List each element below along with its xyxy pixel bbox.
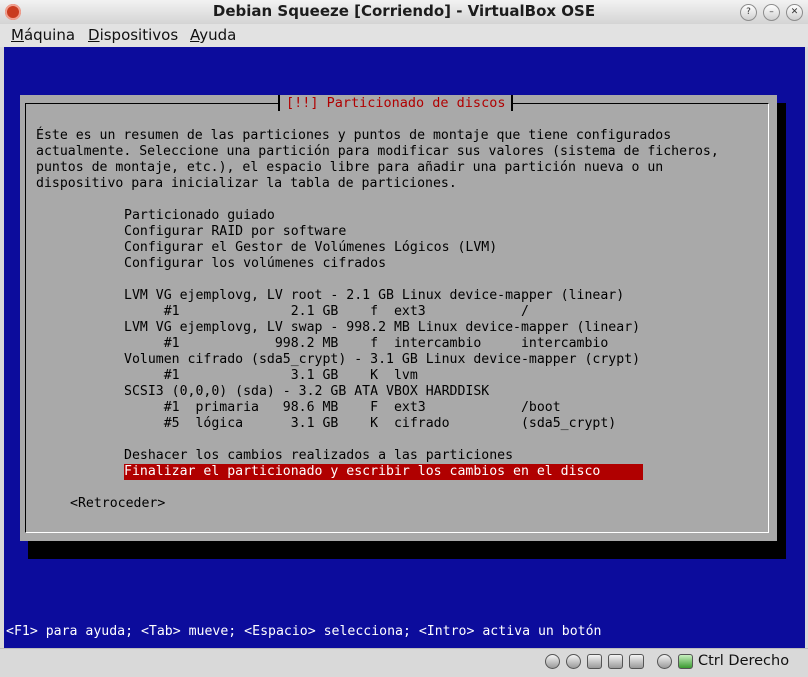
intro-line-4: dispositivo para inicializar la tabla de… bbox=[36, 176, 457, 191]
menu-ayuda-rest: yuda bbox=[199, 26, 237, 44]
back-button[interactable]: <Retroceder> bbox=[70, 496, 165, 512]
menu-maquina[interactable]: Máquina bbox=[11, 26, 75, 44]
window-title: Debian Squeeze [Corriendo] - VirtualBox … bbox=[212, 2, 596, 20]
host-key-label: Ctrl Derecho bbox=[698, 653, 790, 669]
vm-screen[interactable]: [!!] Particionado de discos Éste es un r… bbox=[4, 47, 805, 648]
hard-disk-icon[interactable] bbox=[545, 654, 560, 669]
option-guided-partitioning[interactable]: Particionado guiado bbox=[124, 208, 275, 224]
partition-entry[interactable]: #1 998.2 MB f intercambio intercambio bbox=[124, 336, 609, 352]
intro-line-2: actualmente. Seleccione una partición pa… bbox=[36, 144, 719, 159]
partition-entry[interactable]: SCSI3 (0,0,0) (sda) - 3.2 GB ATA VBOX HA… bbox=[124, 384, 489, 400]
title-bar: Debian Squeeze [Corriendo] - VirtualBox … bbox=[0, 0, 808, 25]
partition-entry[interactable]: Volumen cifrado (sda5_crypt) - 3.1 GB Li… bbox=[124, 352, 640, 368]
partition-entry[interactable]: LVM VG ejemplovg, LV root - 2.1 GB Linux… bbox=[124, 288, 624, 304]
menu-dispositivos-rest: ispositivos bbox=[99, 26, 179, 44]
partition-entry[interactable]: #1 2.1 GB f ext3 / bbox=[124, 304, 529, 320]
option-configure-encrypted[interactable]: Configurar los volúmenes cifrados bbox=[124, 256, 386, 272]
menu-ayuda[interactable]: Ayuda bbox=[190, 26, 236, 44]
partition-dialog: [!!] Particionado de discos Éste es un r… bbox=[20, 95, 777, 541]
virtualization-icon bbox=[657, 654, 672, 669]
menu-dispositivos-mnemonic: D bbox=[88, 26, 100, 44]
help-button[interactable]: ? bbox=[740, 4, 757, 21]
mouse-integration-icon[interactable] bbox=[678, 654, 693, 669]
menu-dispositivos[interactable]: Dispositivos bbox=[88, 26, 178, 44]
partition-entry[interactable]: #1 primaria 98.6 MB F ext3 /boot bbox=[124, 400, 561, 416]
status-bar: Ctrl Derecho bbox=[0, 648, 808, 677]
menu-maquina-mnemonic: M bbox=[11, 26, 24, 44]
partition-entry[interactable]: LVM VG ejemplovg, LV swap - 998.2 MB Lin… bbox=[124, 320, 640, 336]
partition-entry[interactable]: #1 3.1 GB K lvm bbox=[124, 368, 418, 384]
partition-entry[interactable]: #5 lógica 3.1 GB K cifrado (sda5_crypt) bbox=[124, 416, 617, 432]
menu-maquina-rest: áquina bbox=[23, 26, 76, 44]
cd-icon[interactable] bbox=[566, 654, 581, 669]
undo-changes-option[interactable]: Deshacer los cambios realizados a las pa… bbox=[124, 448, 513, 464]
option-configure-raid[interactable]: Configurar RAID por software bbox=[124, 224, 346, 240]
dialog-title: [!!] Particionado de discos bbox=[278, 95, 514, 111]
usb-icon[interactable] bbox=[608, 654, 623, 669]
minimize-button[interactable]: – bbox=[763, 4, 780, 21]
intro-line-3: puntos de montaje, etc.), el espacio lib… bbox=[36, 160, 664, 175]
option-configure-lvm[interactable]: Configurar el Gestor de Volúmenes Lógico… bbox=[124, 240, 497, 256]
intro-line-1: Éste es un resumen de las particiones y … bbox=[36, 128, 672, 143]
finish-partitioning-option[interactable]: Finalizar el particionado y escribir los… bbox=[124, 464, 643, 480]
close-button[interactable]: ✕ bbox=[786, 4, 803, 21]
shared-folder-icon[interactable] bbox=[629, 654, 644, 669]
help-line: <F1> para ayuda; <Tab> mueve; <Espacio> … bbox=[6, 624, 602, 639]
network-icon[interactable] bbox=[587, 654, 602, 669]
menu-ayuda-mnemonic: A bbox=[190, 26, 200, 44]
menu-bar: Máquina Dispositivos Ayuda bbox=[0, 24, 808, 47]
